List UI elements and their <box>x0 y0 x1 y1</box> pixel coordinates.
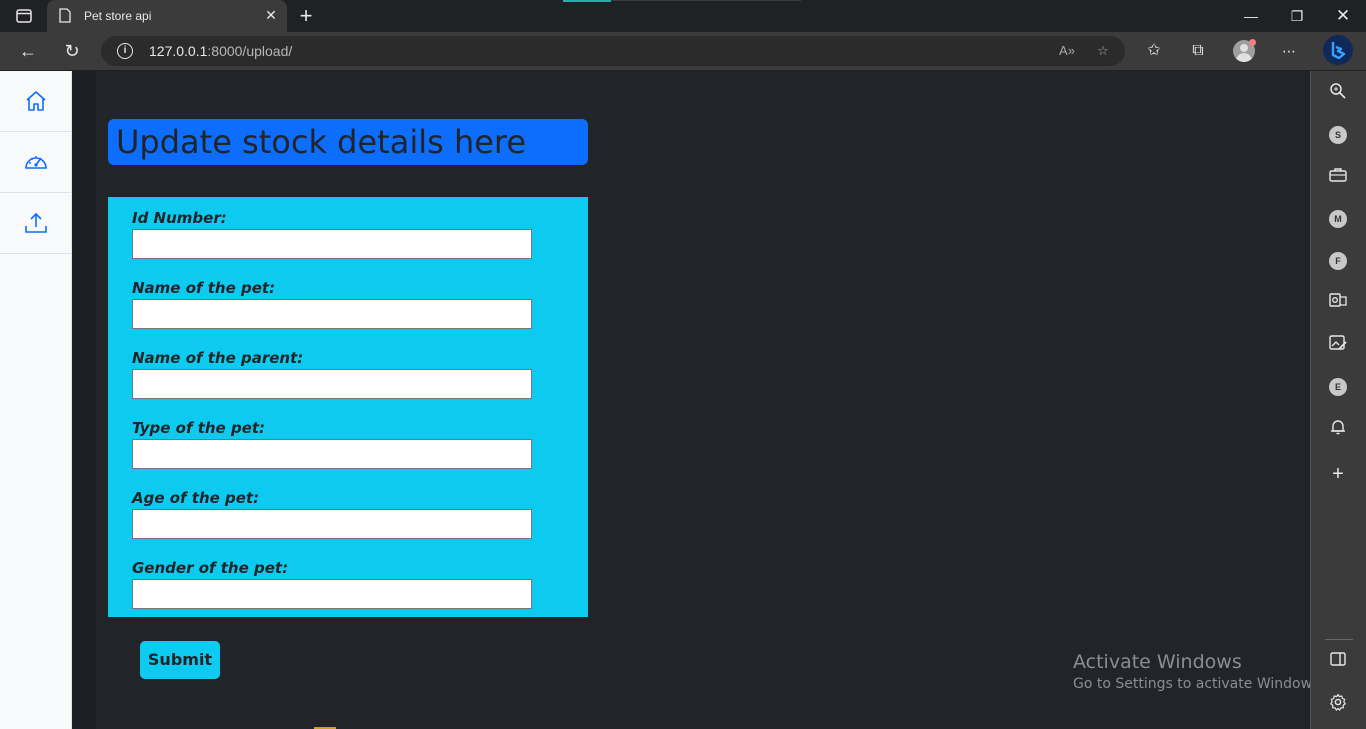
sidebar-app-e[interactable]: E <box>1329 378 1347 396</box>
close-tab-icon[interactable]: ✕ <box>263 7 279 23</box>
site-info-icon[interactable]: i <box>117 43 133 59</box>
tab-actions-icon[interactable] <box>12 7 36 25</box>
outlook-icon[interactable] <box>1327 291 1349 313</box>
pet-gender-input[interactable] <box>132 579 532 609</box>
address-bar[interactable]: i 127.0.0.1:8000/upload/ A» ☆ <box>101 36 1125 66</box>
bing-copilot-icon[interactable] <box>1323 35 1353 65</box>
page-title-banner: Update stock details here <box>108 119 588 165</box>
pet-name-input[interactable] <box>132 299 532 329</box>
sidebar-item-home[interactable] <box>0 71 72 132</box>
sidebar-app-m[interactable]: M <box>1329 210 1347 228</box>
pet-gender-label: Gender of the pet: <box>132 559 289 577</box>
more-menu-icon[interactable]: ⋯ <box>1278 40 1300 62</box>
parent-name-label: Name of the parent: <box>132 349 304 367</box>
pet-type-label: Type of the pet: <box>132 419 266 437</box>
title-bar: Pet store api ✕ + — ❐ ✕ <box>0 0 1366 32</box>
upload-icon <box>25 212 47 233</box>
sidebar-item-upload[interactable] <box>0 193 72 254</box>
content-gutter <box>72 71 96 729</box>
watermark-title: Activate Windows <box>1073 651 1242 673</box>
profile-status-dot <box>1249 39 1256 46</box>
sidebar-divider <box>1325 639 1353 640</box>
pet-age-label: Age of the pet: <box>132 489 260 507</box>
settings-gear-icon[interactable] <box>1327 693 1349 715</box>
restore-icon[interactable]: ❐ <box>1287 6 1307 26</box>
page-content: Update stock details here Id Number: Nam… <box>72 71 1309 729</box>
top-accent-line <box>611 0 801 1</box>
back-icon[interactable]: ← <box>17 40 39 62</box>
page-title: Update stock details here <box>116 123 527 161</box>
browser-toolbar: ← ↻ i 127.0.0.1:8000/upload/ A» ☆ ✩ ⧉ ⋯ <box>0 32 1366 70</box>
id-number-input[interactable] <box>132 229 532 259</box>
tab-title: Pet store api <box>84 9 152 23</box>
notification-bell-icon[interactable] <box>1327 418 1349 440</box>
id-number-label: Id Number: <box>132 209 227 227</box>
watermark-subtitle: Go to Settings to activate Windows. <box>1073 676 1324 692</box>
url-text[interactable]: 127.0.0.1:8000/upload/ <box>149 43 292 59</box>
sidebar-app-s[interactable]: S <box>1329 126 1347 144</box>
toolbox-icon[interactable] <box>1327 167 1349 189</box>
favorites-icon[interactable]: ✩ <box>1143 40 1165 62</box>
sidebar-app-f[interactable]: F <box>1329 252 1347 270</box>
top-accent-bar <box>563 0 611 2</box>
close-window-icon[interactable]: ✕ <box>1333 6 1353 26</box>
hide-sidebar-icon[interactable] <box>1327 651 1349 673</box>
new-tab-icon[interactable]: + <box>296 5 316 27</box>
windows-activation-watermark: Activate Windows Go to Settings to activ… <box>1073 651 1324 692</box>
add-favorite-icon[interactable]: ☆ <box>1094 42 1112 60</box>
refresh-icon[interactable]: ↻ <box>61 40 83 62</box>
stock-form: Id Number: Name of the pet: Name of the … <box>108 197 588 617</box>
collections-icon[interactable]: ⧉ <box>1187 40 1209 62</box>
edge-sidebar: S M F E + <box>1310 71 1366 729</box>
speedometer-icon <box>25 156 47 169</box>
app-sidebar <box>0 71 72 729</box>
image-edit-icon[interactable] <box>1327 334 1349 356</box>
home-icon <box>26 91 46 111</box>
search-icon[interactable] <box>1327 82 1349 104</box>
pet-type-input[interactable] <box>132 439 532 469</box>
read-aloud-icon[interactable]: A» <box>1058 42 1076 60</box>
page-icon <box>59 8 73 24</box>
parent-name-input[interactable] <box>132 369 532 399</box>
minimize-icon[interactable]: — <box>1241 6 1261 26</box>
pet-age-input[interactable] <box>132 509 532 539</box>
browser-tab[interactable]: Pet store api ✕ <box>47 0 287 32</box>
add-sidebar-app-icon[interactable]: + <box>1327 463 1349 485</box>
pet-name-label: Name of the pet: <box>132 279 276 297</box>
sidebar-item-dashboard[interactable] <box>0 132 72 193</box>
submit-button[interactable]: Submit <box>140 641 220 679</box>
